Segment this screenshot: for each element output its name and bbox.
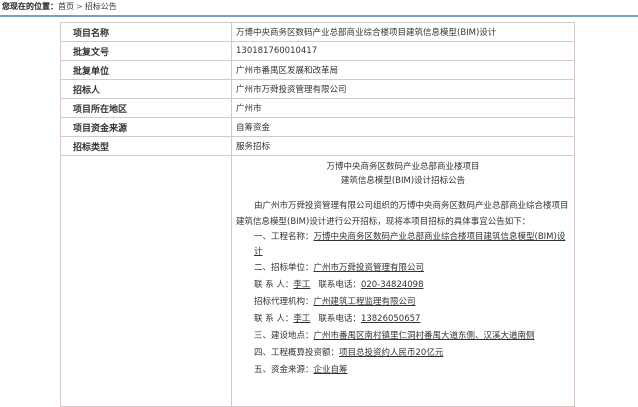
- notice-title-line1: 万博中央商务区数码产业总部商业楼项目: [326, 162, 480, 172]
- table-row: 项目所在地区 广州市: [60, 98, 575, 118]
- row-value: 服务招标: [231, 136, 575, 156]
- item-value: 项目总投资约人民币20亿元: [339, 348, 444, 358]
- notice-content: 万博中央商务区数码产业总部商业楼项目 建筑信息模型(BIM)设计招标公告 由广州…: [231, 155, 575, 407]
- table-row: 批复单位 广州市番禺区发展和改革局: [60, 60, 575, 80]
- row-label-empty: [60, 155, 232, 407]
- table-row: 批复文号 130181760010417: [60, 41, 575, 61]
- row-label: 招标类型: [60, 136, 232, 156]
- item-label: 二、招标单位：: [254, 263, 314, 273]
- table-row: 招标类型 服务招标: [60, 136, 575, 156]
- notice-item-funding: 五、资金来源：企业自筹: [236, 362, 570, 379]
- item-label: 四、工程概算投资额：: [254, 348, 340, 358]
- agent-label: 招标代理机构：: [254, 297, 314, 307]
- item-value: 广州市万舜投资管理有限公司: [313, 263, 425, 273]
- breadcrumb-home-link[interactable]: 首页: [58, 2, 74, 11]
- notice-item-contact: 联 系 人：李工 联系电话：020-34824098: [236, 277, 570, 294]
- table-row: 招标人 广州市万舜投资管理有限公司: [60, 79, 575, 99]
- row-value: 自筹资金: [231, 117, 575, 137]
- row-value: 广州市万舜投资管理有限公司: [231, 79, 575, 99]
- contact-value: 李工: [293, 280, 311, 290]
- row-label: 招标人: [60, 79, 232, 99]
- phone-label: 联系电话：: [318, 280, 361, 290]
- row-value: 万博中央商务区数码产业总部商业综合楼项目建筑信息模型(BIM)设计: [231, 22, 575, 42]
- breadcrumb-separator: >: [76, 2, 83, 11]
- row-label: 项目资金来源: [60, 117, 232, 137]
- table-row: 项目名称 万博中央商务区数码产业总部商业综合楼项目建筑信息模型(BIM)设计: [60, 22, 575, 42]
- notice-item-project-name: 一、工程名称：万博中央商务区数码产业总部商业综合楼项目建筑信息模型(BIM)设计: [236, 230, 570, 260]
- row-label: 批复文号: [60, 41, 232, 61]
- contact-label: 联 系 人：: [254, 280, 294, 290]
- notice-body: 万博中央商务区数码产业总部商业楼项目 建筑信息模型(BIM)设计招标公告 由广州…: [236, 157, 570, 380]
- breadcrumb-current[interactable]: 招标公告: [85, 2, 117, 11]
- phone2-label: 联系电话：: [318, 314, 361, 324]
- notice-item-agent: 招标代理机构：广州建筑工程监理有限公司: [236, 294, 570, 311]
- row-label: 项目名称: [60, 22, 232, 42]
- item-label: 一、工程名称：: [254, 232, 314, 242]
- notice-item-contact2: 联 系 人：李工 联系电话：13826050657: [236, 311, 570, 328]
- row-label: 项目所在地区: [60, 98, 232, 118]
- breadcrumb: 您现在的位置：首页 > 招标公告: [0, 0, 638, 14]
- notice-intro: 由广州市万舜投资管理有限公司组织的万博中央商务区数码产业总部商业综合楼项目建筑信…: [236, 201, 569, 227]
- row-value: 广州市番禺区发展和改革局: [231, 60, 575, 80]
- table-row: 项目资金来源 自筹资金: [60, 117, 575, 137]
- project-info-table: 项目名称 万博中央商务区数码产业总部商业综合楼项目建筑信息模型(BIM)设计 批…: [60, 22, 575, 407]
- item-value: 企业自筹: [313, 365, 348, 375]
- item-label: 五、资金来源：: [254, 365, 314, 375]
- notice-row: 万博中央商务区数码产业总部商业楼项目 建筑信息模型(BIM)设计招标公告 由广州…: [60, 155, 575, 407]
- phone2-value: 13826050657: [360, 314, 421, 324]
- phone-value: 020-34824098: [360, 280, 424, 290]
- header-divider: [0, 15, 638, 17]
- notice-item-investment: 四、工程概算投资额：项目总投资约人民币20亿元: [236, 345, 570, 362]
- agent-value: 广州建筑工程监理有限公司: [313, 297, 416, 307]
- row-label: 批复单位: [60, 60, 232, 80]
- item-value: 广州市番禺区南村镇里仁洞村番禺大道东侧、汉溪大道南侧: [313, 331, 535, 341]
- item-label: 三、建设地点：: [254, 331, 314, 341]
- contact2-value: 李工: [293, 314, 311, 324]
- row-value: 130181760010417: [231, 41, 575, 61]
- contact2-label: 联 系 人：: [254, 314, 294, 324]
- notice-item-location: 三、建设地点：广州市番禺区南村镇里仁洞村番禺大道东侧、汉溪大道南侧: [236, 328, 570, 345]
- notice-title-line2: 建筑信息模型(BIM)设计招标公告: [340, 176, 466, 186]
- notice-item-tender-unit: 二、招标单位：广州市万舜投资管理有限公司: [236, 260, 570, 277]
- breadcrumb-prefix: 您现在的位置：: [2, 2, 58, 11]
- row-value: 广州市: [231, 98, 575, 118]
